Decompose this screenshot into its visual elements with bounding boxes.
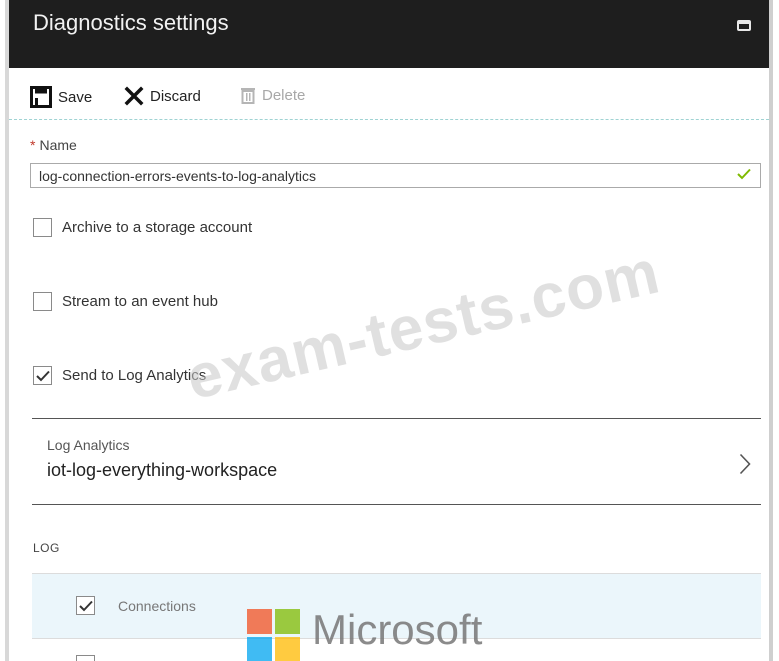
save-button[interactable]: Save	[30, 86, 92, 108]
checkmark-icon	[35, 370, 50, 381]
stream-checkbox[interactable]	[33, 292, 52, 311]
blade-right-border	[769, 0, 773, 661]
archive-label: Archive to a storage account	[62, 219, 253, 236]
log-analytics-workspace: iot-log-everything-workspace	[47, 460, 278, 480]
connections-label: Connections	[118, 598, 196, 614]
maximize-icon[interactable]	[737, 20, 751, 31]
command-bar	[9, 68, 769, 120]
log-section-header: LOG	[33, 541, 60, 555]
send-log-analytics-label: Send to Log Analytics	[62, 367, 207, 384]
logo-yellow-square	[275, 637, 300, 661]
valid-check-icon	[737, 168, 751, 180]
diagnostics-settings-blade: Diagnostics settings Save Discard Delete…	[0, 0, 779, 661]
save-icon	[30, 86, 52, 108]
archive-option[interactable]: Archive to a storage account	[33, 218, 252, 237]
connections-checkbox[interactable]	[76, 596, 95, 615]
name-label-text: Name	[39, 137, 77, 153]
save-label: Save	[58, 88, 93, 106]
microsoft-wordmark: Microsoft	[312, 606, 483, 653]
send-log-analytics-checkbox[interactable]	[33, 366, 52, 385]
stream-label: Stream to an event hub	[62, 293, 218, 310]
discard-button[interactable]: Discard	[124, 86, 201, 106]
name-input[interactable]	[30, 163, 761, 188]
logo-green-square	[275, 609, 300, 634]
archive-checkbox[interactable]	[33, 218, 52, 237]
section-divider-top	[32, 418, 761, 419]
name-field-label: * Name	[30, 137, 77, 153]
section-divider-bottom	[32, 504, 761, 505]
next-category-checkbox[interactable]	[76, 655, 95, 661]
delete-label: Delete	[262, 86, 306, 104]
toolbar-divider	[9, 119, 769, 120]
watermark-text: exam-tests.com	[180, 237, 667, 414]
close-icon	[124, 86, 144, 106]
logo-red-square	[247, 609, 272, 634]
blade-title: Diagnostics settings	[33, 10, 229, 35]
checkmark-icon	[78, 600, 93, 611]
chevron-right-icon	[739, 453, 751, 475]
stream-option[interactable]: Stream to an event hub	[33, 292, 218, 311]
trash-icon	[241, 88, 255, 104]
send-log-analytics-option[interactable]: Send to Log Analytics	[33, 366, 206, 385]
logo-blue-square	[247, 637, 272, 661]
log-analytics-label: Log Analytics	[47, 437, 130, 453]
discard-label: Discard	[150, 87, 201, 105]
microsoft-logo	[247, 609, 300, 661]
blade-header: Diagnostics settings	[9, 0, 769, 68]
required-marker: *	[30, 137, 36, 153]
delete-button[interactable]: Delete	[240, 86, 305, 104]
log-analytics-selector[interactable]: Log Analytics iot-log-everything-workspa…	[32, 420, 761, 504]
